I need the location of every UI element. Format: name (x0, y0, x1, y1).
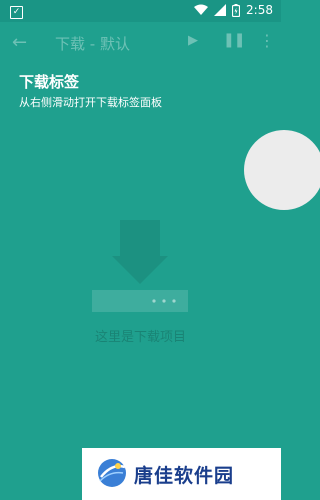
hint-subtitle: 从右侧滑动打开下载标签面板 (19, 96, 162, 109)
signal-icon (214, 4, 227, 16)
clock: 2:58 (246, 3, 273, 17)
toolbar-title: 下载 - 默认 (55, 35, 130, 53)
hint-title: 下载标签 (19, 73, 80, 91)
battery-icon (232, 3, 241, 17)
wifi-icon (194, 4, 209, 15)
check-notification-icon: ✓ (10, 3, 23, 19)
empty-state-text: 这里是下载项目 (94, 330, 186, 345)
status-bar: ✓ 2:58 (0, 0, 281, 22)
watermark: 唐佳软件园 (82, 448, 281, 500)
watermark-text: 唐佳软件园 (134, 465, 235, 487)
download-icon (92, 220, 188, 312)
status-icons: 2:58 (194, 3, 273, 17)
back-arrow-icon[interactable]: ← (12, 32, 27, 53)
play-icon[interactable]: ▶ (188, 33, 198, 48)
more-vert-icon[interactable]: ⋮ (259, 31, 275, 50)
toolbar: ← 下载 - 默认 ▶ ❚❚ ⋮ (0, 22, 281, 64)
globe-logo-icon (98, 459, 126, 487)
pause-icon[interactable]: ❚❚ (223, 32, 245, 48)
drawer-handle[interactable] (244, 130, 320, 210)
